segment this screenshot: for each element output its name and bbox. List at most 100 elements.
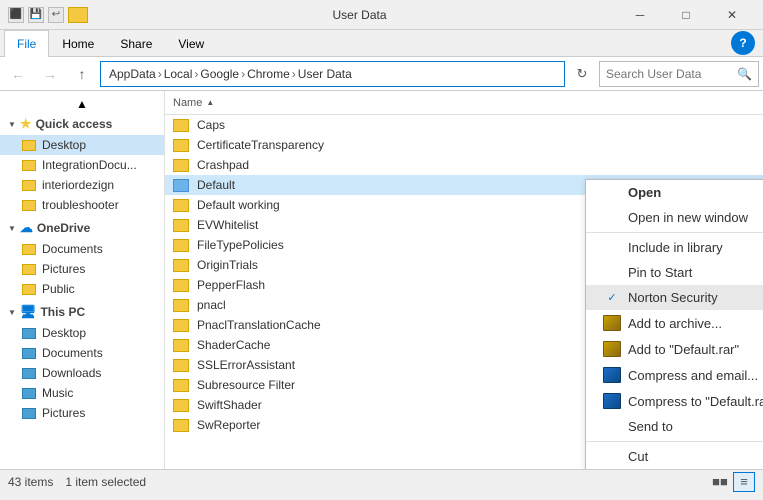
ctx-rar-label: Add to "Default.rar" (628, 342, 739, 357)
tab-view[interactable]: View (165, 30, 217, 57)
onedrive-arrow: ▼ (8, 224, 16, 233)
ctx-item-send-to[interactable]: Send to ► (586, 414, 763, 439)
star-icon: ★ (20, 116, 32, 132)
search-box[interactable]: 🔍 (599, 61, 759, 87)
ctx-item-compress-rar-email[interactable]: Compress to "Default.rar" and email (586, 388, 763, 414)
sidebar-item-label-pc-desktop: Desktop (42, 326, 86, 340)
close-button[interactable]: ✕ (709, 0, 755, 30)
file-label-pnacl: pnacl (197, 298, 226, 312)
sidebar-item-pc-documents[interactable]: Documents (0, 343, 164, 363)
ctx-item-add-archive[interactable]: Add to archive... (586, 310, 763, 336)
file-item-caps[interactable]: Caps (165, 115, 763, 135)
ctx-compress-label: Compress and email... (628, 368, 758, 383)
ctx-item-norton[interactable]: ✓ Norton Security ► (586, 285, 763, 310)
sidebar-item-pc-music[interactable]: Music (0, 383, 164, 403)
address-path[interactable]: AppData › Local › Google › Chrome › User… (100, 61, 565, 87)
sidebar-item-troubleshooter[interactable]: troubleshooter (0, 195, 164, 215)
path-chrome: Chrome (247, 67, 290, 81)
folder-icon-defaultworking (173, 199, 189, 212)
ctx-rar2-icon (602, 341, 622, 357)
sidebar-item-label-pc-music: Music (42, 386, 73, 400)
ctx-cut-label: Cut (628, 449, 648, 464)
maximize-button[interactable]: □ (663, 0, 709, 30)
file-label-caps: Caps (197, 118, 225, 132)
ctx-item-open[interactable]: Open (586, 180, 763, 205)
ctx-item-pin-start[interactable]: Pin to Start (586, 260, 763, 285)
main-area: ▲ ▼ ★ Quick access Desktop IntegrationDo… (0, 91, 763, 469)
ribbon-tabs: File Home Share View ? (0, 30, 763, 56)
folder-icon-origintrials (173, 259, 189, 272)
ctx-item-compress-email[interactable]: Compress and email... (586, 362, 763, 388)
folder-icon-troubleshooter (22, 200, 36, 211)
file-label-subresource: Subresource Filter (197, 378, 295, 392)
path-sep2: › (194, 67, 198, 81)
tab-share[interactable]: Share (107, 30, 165, 57)
back-button[interactable]: ← (4, 61, 32, 87)
file-label-sslerror: SSLErrorAssistant (197, 358, 295, 372)
file-label-pnacltrans: PnaclTranslationCache (197, 318, 321, 332)
file-label-pepperflash: PepperFlash (197, 278, 265, 292)
ctx-item-add-rar[interactable]: Add to "Default.rar" (586, 336, 763, 362)
sidebar: ▲ ▼ ★ Quick access Desktop IntegrationDo… (0, 91, 165, 469)
file-list-header[interactable]: Name ▲ (165, 91, 763, 115)
sidebar-header-onedrive[interactable]: ▼ ☁ OneDrive (0, 217, 164, 239)
pc-icon: 🖥 (20, 304, 37, 320)
file-item-certtransparency[interactable]: CertificateTransparency (165, 135, 763, 155)
refresh-button[interactable]: ↻ (569, 61, 595, 87)
sidebar-item-pc-desktop[interactable]: Desktop (0, 323, 164, 343)
sidebar-item-onedrive-public[interactable]: Public (0, 279, 164, 299)
quick-access-arrow: ▼ (8, 120, 16, 129)
ctx-rar4-icon (602, 393, 622, 409)
folder-icon-interior (22, 180, 36, 191)
sidebar-item-integration[interactable]: IntegrationDocu... (0, 155, 164, 175)
ribbon: File Home Share View ? (0, 30, 763, 57)
folder-icon-pc-music (22, 388, 36, 399)
up-button[interactable]: ↑ (68, 61, 96, 87)
sidebar-item-onedrive-documents[interactable]: Documents (0, 239, 164, 259)
ctx-item-open-new-window[interactable]: Open in new window (586, 205, 763, 230)
help-button[interactable]: ? (731, 31, 755, 55)
thispc-label: This PC (40, 305, 85, 319)
tab-file[interactable]: File (4, 30, 49, 57)
folder-icon-default (173, 179, 189, 192)
folder-icon-pc-documents (22, 348, 36, 359)
file-label-swiftshader: SwiftShader (197, 398, 262, 412)
file-item-crashpad[interactable]: Crashpad (165, 155, 763, 175)
window-title: User Data (102, 8, 617, 22)
ctx-open-label: Open (628, 185, 661, 200)
sidebar-item-pc-pictures[interactable]: Pictures (0, 403, 164, 423)
folder-icon-caps (173, 119, 189, 132)
sidebar-header-quick-access[interactable]: ▼ ★ Quick access (0, 113, 164, 135)
sidebar-scroll-up[interactable]: ▲ (0, 95, 164, 113)
item-count: 43 items (8, 475, 53, 489)
forward-button[interactable]: → (36, 61, 64, 87)
folder-icon-evwhitelist (173, 219, 189, 232)
view-list-button[interactable]: ≡ (733, 472, 755, 492)
sidebar-item-label-pc-documents: Documents (42, 346, 103, 360)
folder-icon-subresource (173, 379, 189, 392)
sidebar-item-interior[interactable]: interiordezign (0, 175, 164, 195)
path-appdata: AppData (109, 67, 156, 81)
ctx-item-include-library[interactable]: Include in library ► (586, 235, 763, 260)
sidebar-header-thispc[interactable]: ▼ 🖥 This PC (0, 301, 164, 323)
sidebar-item-pc-downloads[interactable]: Downloads (0, 363, 164, 383)
folder-icon-pc-pictures (22, 408, 36, 419)
selected-count: 1 item selected (65, 475, 146, 489)
ctx-open-new-window-label: Open in new window (628, 210, 748, 225)
ctx-item-cut[interactable]: Cut (586, 444, 763, 469)
sidebar-item-label-od-pics: Pictures (42, 262, 85, 276)
search-input[interactable] (606, 67, 737, 81)
sidebar-item-onedrive-pictures[interactable]: Pictures (0, 259, 164, 279)
sort-arrow: ▲ (206, 98, 214, 107)
file-label-default: Default (197, 178, 235, 192)
path-sep1: › (158, 67, 162, 81)
minimize-button[interactable]: ─ (617, 0, 663, 30)
search-icon: 🔍 (737, 67, 752, 81)
view-icons-button[interactable]: ■■ (709, 472, 731, 492)
tab-home[interactable]: Home (49, 30, 107, 57)
sidebar-item-desktop-qa[interactable]: Desktop (0, 135, 164, 155)
cloud-icon: ☁ (20, 220, 33, 236)
sidebar-item-label-integration: IntegrationDocu... (42, 158, 137, 172)
window-controls: ─ □ ✕ (617, 0, 755, 30)
file-label-filetypepolicies: FileTypePolicies (197, 238, 284, 252)
